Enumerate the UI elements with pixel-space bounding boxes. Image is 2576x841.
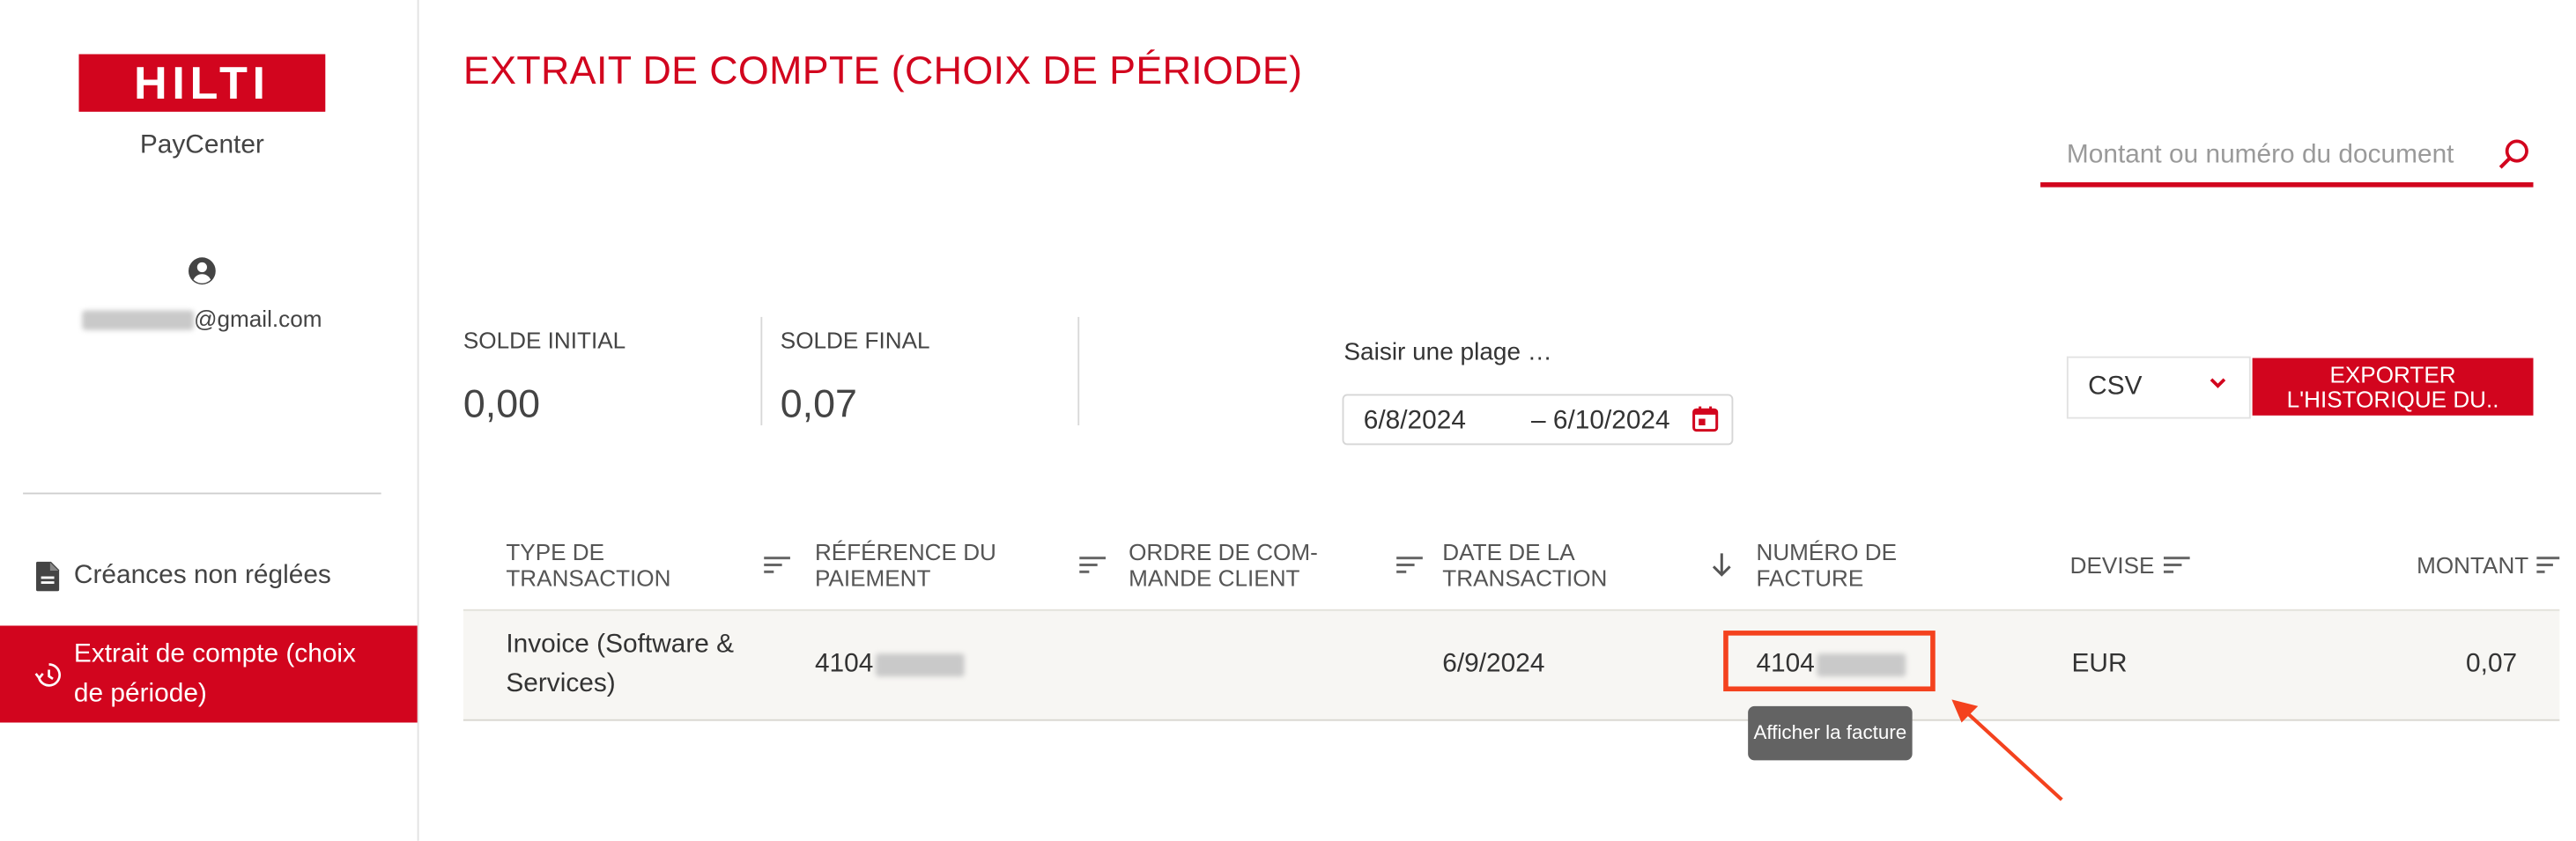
date-from-input[interactable]: 6/8/2024 [1364, 407, 1466, 437]
closing-balance-label: SOLDE FINAL [780, 327, 930, 353]
invoice-number-highlight [1723, 631, 1936, 692]
email-suffix: @gmail.com [194, 305, 322, 332]
chevron-down-icon [2210, 378, 2226, 388]
column-header-customer-order[interactable]: ORDRE DE COM- MANDE CLIENT [1129, 539, 1318, 592]
history-icon [34, 662, 61, 686]
header-line: PAIEMENT [814, 564, 931, 592]
header-line: TRANSACTION [1442, 564, 1608, 592]
user-email: @gmail.com [0, 306, 404, 332]
column-header-invoice-number[interactable]: NUMÉRO DE FACTURE [1756, 539, 1897, 592]
sort-icon[interactable] [764, 555, 790, 574]
cell-amount: 0,07 [2466, 650, 2518, 679]
cell-line: Invoice (Software & [506, 631, 735, 659]
column-header-payment-reference[interactable]: RÉFÉRENCE DU PAIEMENT [815, 539, 996, 592]
search-icon[interactable] [2497, 138, 2529, 171]
header-line: ORDRE DE COM- [1129, 538, 1318, 565]
balance-divider [1077, 316, 1080, 425]
header-line: TRANSACTION [506, 564, 671, 592]
header-line: MONTANT [2417, 551, 2529, 579]
document-icon [36, 561, 60, 592]
export-button-line1: EXPORTER [2329, 361, 2456, 388]
header-line: DEVISE [2069, 551, 2155, 579]
cell-transaction-date: 6/9/2024 [1442, 650, 1545, 679]
search-input[interactable] [2040, 128, 2514, 184]
redacted-email-prefix [82, 311, 195, 331]
header-line: TYPE DE [506, 538, 605, 565]
opening-balance-label: SOLDE INITIAL [463, 327, 626, 353]
cell-payment-reference: 4104 [815, 646, 964, 685]
column-header-transaction-type[interactable]: TYPE DE TRANSACTION [506, 539, 670, 592]
sidebar: HILTI PayCenter @gmail.com Créances non … [0, 0, 419, 841]
view-invoice-tooltip: Afficher la facture [1748, 705, 1913, 761]
sort-icon[interactable] [1396, 555, 1423, 574]
column-header-transaction-date[interactable]: DATE DE LA TRANSACTION [1442, 539, 1607, 592]
annotation-arrow-icon [1951, 699, 2063, 801]
app-name: PayCenter [139, 131, 264, 159]
page-title: EXTRAIT DE COMPTE (CHOIX DE PÉRIODE) [463, 48, 1303, 94]
cell-value: 4104 [814, 650, 874, 679]
export-history-button[interactable]: EXPORTER L'HISTORIQUE DU.. [2252, 358, 2534, 416]
account-circle-icon[interactable] [188, 256, 218, 286]
sidebar-divider [23, 492, 381, 495]
export-format-value: CSV [2088, 373, 2143, 402]
sidebar-item-label: Créances non réglées [73, 561, 331, 590]
header-line: FACTURE [1756, 564, 1864, 592]
cell-transaction-type: Invoice (Software & Services) [506, 625, 734, 705]
redacted-digits [875, 653, 964, 676]
header-line: RÉFÉRENCE DU [814, 538, 996, 565]
sidebar-item-extrait[interactable]: Extrait de compte (choix de période) [0, 625, 418, 723]
header-line: DATE DE LA [1442, 538, 1575, 565]
opening-balance-value: 0,00 [463, 382, 540, 427]
search-box [2040, 128, 2534, 188]
date-range-label: Saisir une plage … [1344, 338, 1552, 366]
sort-icon[interactable] [2536, 555, 2560, 574]
cell-line: Services) [506, 669, 616, 698]
sidebar-item-creances[interactable]: Créances non réglées [0, 552, 418, 601]
arrow-down-icon[interactable] [1708, 552, 1735, 579]
header-line: MANDE CLIENT [1129, 564, 1300, 592]
sort-icon[interactable] [1079, 555, 1107, 574]
hilti-logo[interactable]: HILTI [78, 54, 326, 112]
header-line: NUMÉRO DE [1756, 538, 1898, 565]
column-header-currency[interactable]: DEVISE [2070, 552, 2155, 579]
column-header-amount[interactable]: MONTANT [2417, 552, 2528, 579]
date-range-picker[interactable]: 6/8/2024 – 6/10/2024 [1342, 394, 1734, 446]
export-button-line2: L'HISTORIQUE DU.. [2286, 386, 2499, 413]
cell-currency: EUR [2071, 650, 2128, 679]
closing-balance-value: 0,07 [780, 382, 857, 427]
logo-text: HILTI [134, 57, 270, 109]
sort-icon[interactable] [2163, 555, 2190, 574]
calendar-icon[interactable] [1692, 406, 1719, 432]
sidebar-item-label: Extrait de compte (choix de période) [73, 639, 356, 707]
balance-divider [760, 316, 763, 425]
export-format-select[interactable]: CSV [2066, 356, 2251, 419]
date-to-input[interactable]: – 6/10/2024 [1531, 407, 1670, 437]
